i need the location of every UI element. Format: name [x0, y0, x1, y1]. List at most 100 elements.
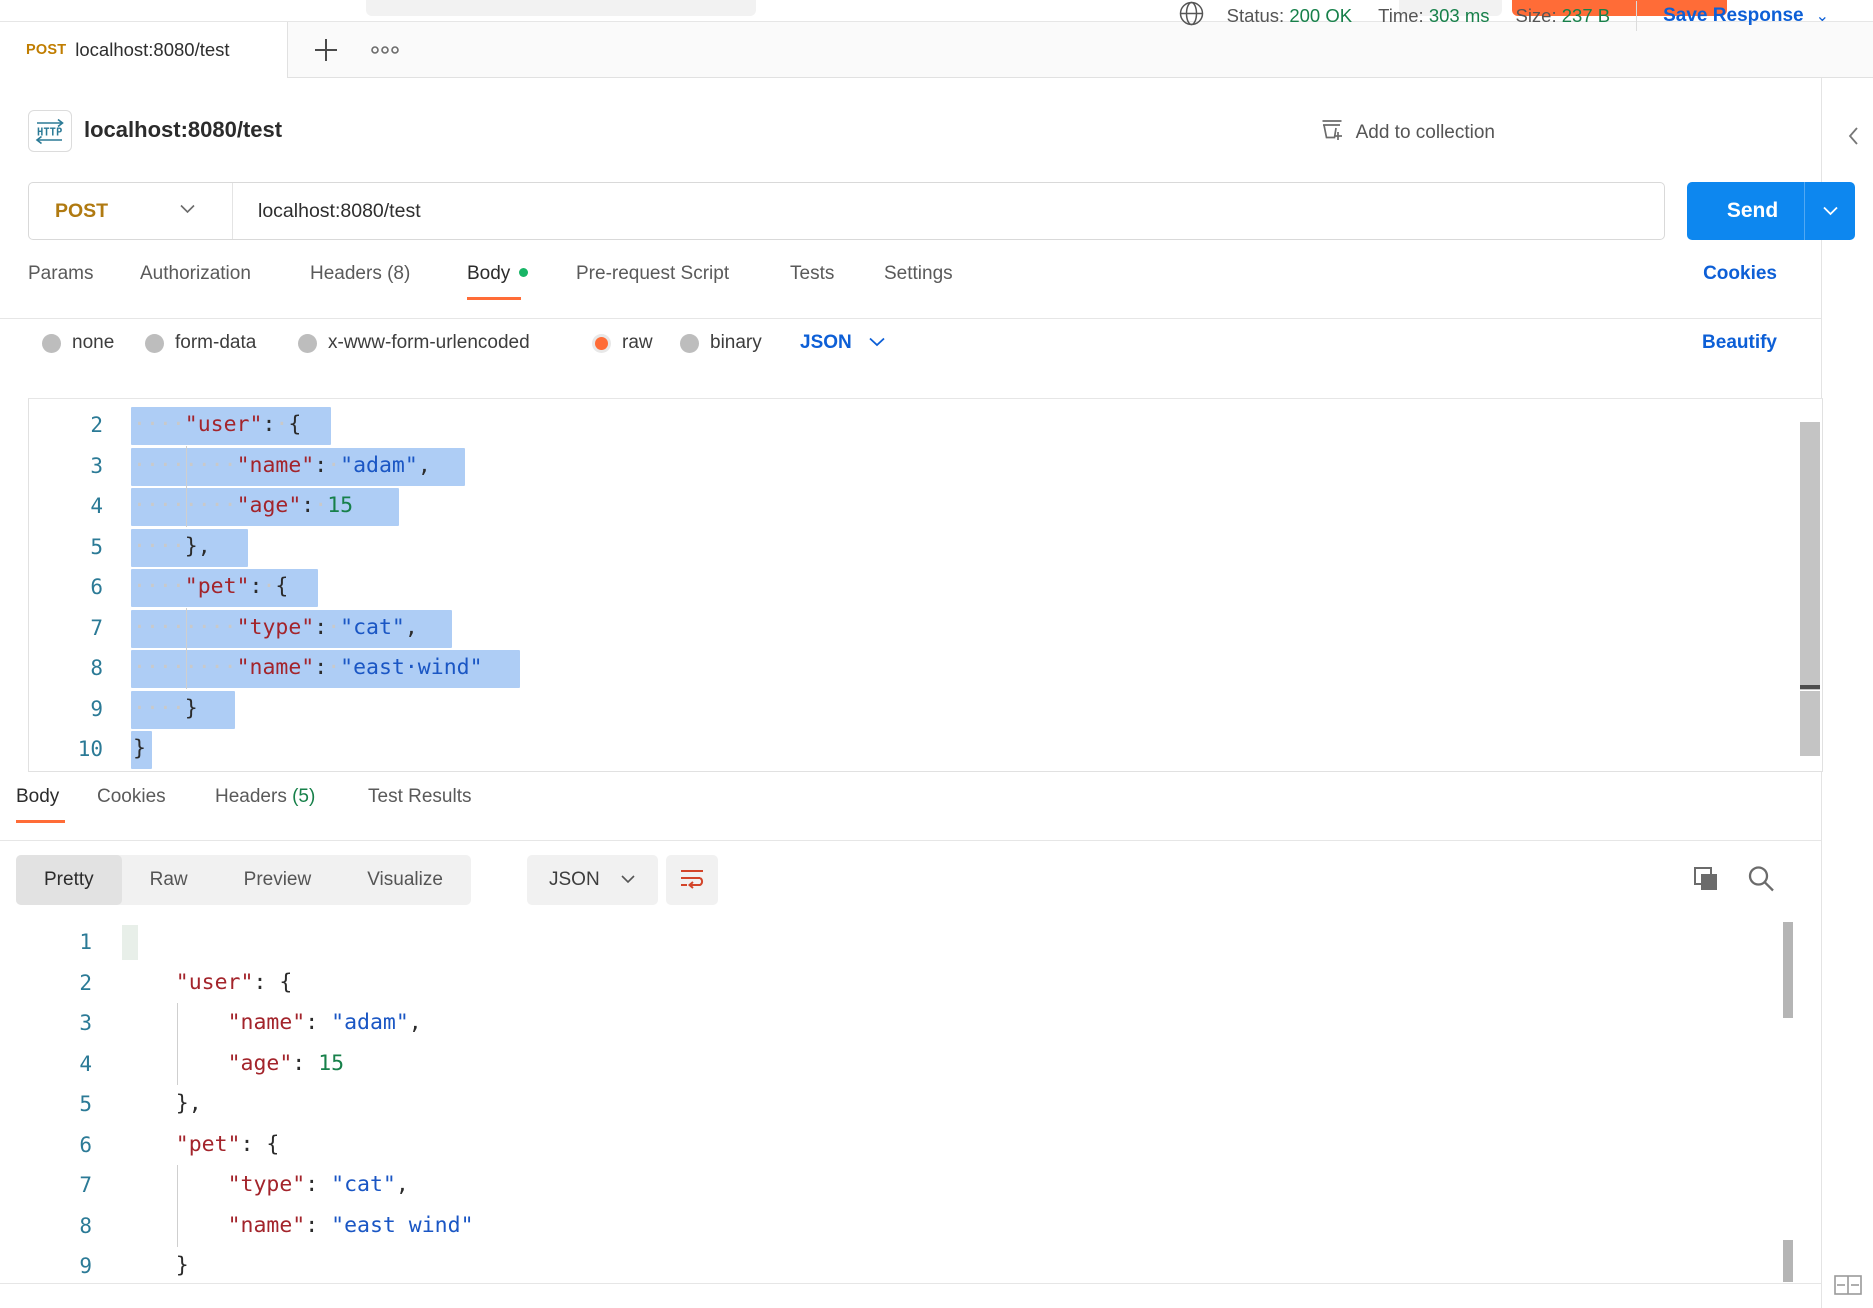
response-body-viewer[interactable]: 1{2 "user": {3 "name": "adam",4 "age": 1… [16, 922, 1821, 1282]
response-tab-headers[interactable]: Headers (5) [215, 786, 315, 808]
new-tab-button[interactable] [305, 30, 347, 70]
body-type-radio-x-www-form-urlencoded[interactable]: x-www-form-urlencoded [298, 332, 530, 354]
radio-button-icon[interactable] [145, 333, 164, 353]
request-tab-localhost-test[interactable]: POST localhost:8080/test [0, 22, 288, 78]
add-to-collection-button[interactable]: Add to collection [1320, 118, 1495, 148]
code-line: 3 ········"name":·"adam", [29, 445, 1822, 487]
send-button-label: Send [1726, 199, 1779, 222]
body-type-radio-binary[interactable]: binary [680, 332, 762, 354]
request-tab-headers-8[interactable]: Headers (8) [310, 263, 410, 285]
copy-icon [1691, 867, 1721, 899]
code-line: 5 ····}, [29, 527, 1822, 568]
request-tab-tests[interactable]: Tests [790, 263, 834, 285]
body-type-radio-none[interactable]: none [42, 332, 114, 354]
radio-button-icon[interactable] [592, 333, 611, 353]
send-button[interactable]: Send [1687, 182, 1855, 240]
tab-more-options-button[interactable] [364, 30, 406, 70]
line-number: 6 [90, 575, 103, 599]
chevron-down-icon [179, 201, 196, 219]
response-view-preview[interactable]: Preview [216, 855, 340, 905]
code-token: : [262, 412, 276, 437]
wrap-lines-button[interactable] [666, 855, 718, 905]
code-token: } [184, 695, 198, 721]
code-token: , [417, 452, 431, 478]
line-number: 1 [79, 930, 92, 954]
toolbar-search-sliver[interactable] [366, 0, 756, 16]
line-number: 3 [79, 1011, 92, 1035]
code-token: ···· [133, 452, 185, 478]
request-editor-scrollbar[interactable] [1800, 400, 1821, 770]
http-method-selector[interactable]: POST [29, 183, 233, 239]
request-editor-scroll-thumb-lower[interactable] [1800, 691, 1820, 756]
request-tab-body[interactable]: Body [467, 263, 529, 285]
response-tabs-divider [0, 840, 1821, 841]
code-token: ···· [133, 533, 185, 559]
request-tab-label: Params [28, 263, 94, 284]
body-type-radio-raw[interactable]: raw [592, 332, 653, 354]
code-token: · [262, 574, 276, 599]
response-view-raw[interactable]: Raw [122, 855, 216, 905]
code-text: "name": "adam", [124, 1003, 422, 1044]
code-token: "age" [227, 1050, 293, 1076]
code-token: ···· [133, 695, 185, 721]
code-token: , [408, 1010, 422, 1035]
code-line: 8 ········"name":·"east·wind" [29, 648, 1822, 689]
body-language-selector[interactable]: JSON [800, 332, 886, 354]
code-token: : [292, 1050, 319, 1076]
line-number: 9 [79, 1254, 92, 1278]
layout-toggle-icon[interactable] [1833, 1273, 1863, 1302]
response-format-selector[interactable]: JSON [527, 855, 658, 905]
radio-button-icon[interactable] [298, 333, 317, 353]
code-token: : [305, 1212, 332, 1238]
request-tab-params[interactable]: Params [28, 263, 93, 285]
response-view-label: Raw [149, 869, 188, 890]
url-input[interactable] [233, 198, 1664, 224]
status-label: Status: [1226, 5, 1285, 26]
line-number: 4 [90, 494, 103, 518]
send-options-chevron-down-icon[interactable] [1805, 201, 1855, 221]
code-line: 10} [29, 729, 1822, 770]
code-token: } [175, 1253, 189, 1278]
code-token: · [275, 412, 289, 437]
radio-button-icon[interactable] [42, 333, 61, 353]
response-tab-cookies[interactable]: Cookies [97, 786, 166, 808]
code-token: "east wind" [331, 1212, 474, 1238]
line-number: 6 [79, 1132, 92, 1157]
code-token: "name" [236, 655, 315, 680]
response-tab-test-results[interactable]: Test Results [368, 786, 471, 808]
response-view-pretty[interactable]: Pretty [16, 855, 122, 905]
request-tabs-divider [0, 318, 1821, 319]
body-type-radio-form-data[interactable]: form-data [145, 332, 256, 354]
request-tab-label: Authorization [140, 263, 251, 284]
save-response-button[interactable]: Save Response ⌄ [1663, 5, 1829, 27]
response-scroll-thumb-lower[interactable] [1783, 1240, 1793, 1282]
request-tab-pre-request-script[interactable]: Pre-request Script [576, 263, 729, 285]
copy-response-button[interactable] [1691, 865, 1721, 900]
code-token: : [305, 1010, 332, 1035]
response-tab-body[interactable]: Body [16, 786, 59, 808]
request-cookies-link[interactable]: Cookies [1703, 263, 1777, 285]
code-token: "cat" [340, 614, 405, 640]
search-response-button[interactable] [1745, 863, 1777, 900]
code-text: ········"age":·15 [133, 486, 353, 527]
beautify-button[interactable]: Beautify [1702, 332, 1777, 354]
request-tab-authorization[interactable]: Authorization [140, 263, 251, 285]
code-token: 15 [318, 1050, 345, 1076]
response-scroll-thumb-upper[interactable] [1783, 922, 1793, 1018]
code-token: ···· [133, 614, 185, 640]
code-text: } [133, 729, 146, 770]
request-tab-settings[interactable]: Settings [884, 263, 953, 285]
request-body-editor[interactable]: 2 ····"user":·{3 ········"name":·"adam", 4 ·… [28, 398, 1823, 772]
request-editor-scroll-thumb[interactable] [1800, 422, 1820, 690]
radio-button-icon[interactable] [680, 333, 699, 353]
code-token: ···· [133, 574, 185, 599]
body-type-label: form-data [175, 332, 257, 353]
line-number: 4 [79, 1051, 92, 1076]
response-view-visualize[interactable]: Visualize [339, 855, 471, 905]
line-number: 7 [90, 615, 103, 640]
collapse-sidebar-chevron-left-icon[interactable] [1846, 125, 1862, 153]
text-cursor-highlight [122, 925, 138, 960]
